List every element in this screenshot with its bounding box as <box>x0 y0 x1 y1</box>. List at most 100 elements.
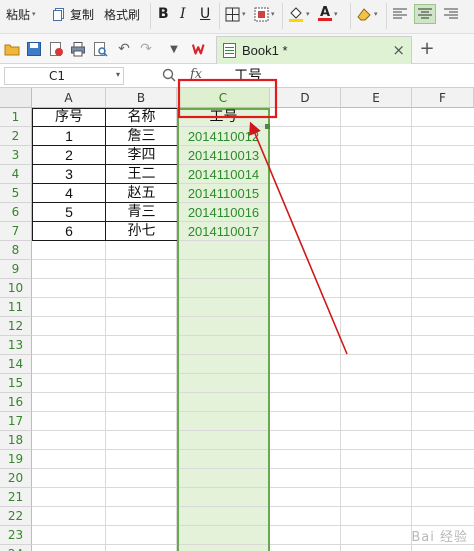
cell-b2[interactable]: 詹三 <box>106 127 177 146</box>
export-pdf-icon[interactable] <box>48 41 64 57</box>
close-tab-icon[interactable]: × <box>392 41 405 59</box>
cell-a1[interactable]: 序号 <box>32 108 106 127</box>
row-header-15[interactable]: 15 <box>0 374 32 393</box>
row-header-8[interactable]: 8 <box>0 241 32 260</box>
name-box-dropdown-icon[interactable]: ▾ <box>116 70 120 79</box>
row-header-6[interactable]: 6 <box>0 203 32 222</box>
align-center-button[interactable] <box>414 4 436 24</box>
row-header-11[interactable]: 11 <box>0 298 32 317</box>
cell-a3[interactable]: 2 <box>32 146 106 165</box>
tab-book1[interactable]: Book1 * × <box>216 36 412 64</box>
row-header-7[interactable]: 7 <box>0 222 32 241</box>
font-color-dropdown-icon[interactable]: ▾ <box>334 10 338 18</box>
column-header-f[interactable]: F <box>412 88 474 108</box>
save-icon[interactable] <box>26 41 42 57</box>
quick-access-dropdown-icon[interactable]: ▼ <box>166 41 182 57</box>
column-header-d[interactable]: D <box>270 88 341 108</box>
cell-b4[interactable]: 王二 <box>106 165 177 184</box>
cell-c3[interactable]: 2014110013 <box>177 146 270 165</box>
row-header-4[interactable]: 4 <box>0 165 32 184</box>
row-header-16[interactable]: 16 <box>0 393 32 412</box>
fill-color-dropdown-icon[interactable]: ▾ <box>306 10 310 18</box>
row-header-20[interactable]: 20 <box>0 469 32 488</box>
row-header-14[interactable]: 14 <box>0 355 32 374</box>
print-preview-icon[interactable] <box>92 41 108 57</box>
column-header-e[interactable]: E <box>341 88 412 108</box>
cell-style-button[interactable]: ▾ <box>254 4 275 24</box>
cell-c1[interactable]: 工号 <box>177 108 270 127</box>
row-header-23[interactable]: 23 <box>0 526 32 545</box>
zoom-icon[interactable] <box>162 68 176 82</box>
cell-a2[interactable]: 1 <box>32 127 106 146</box>
align-right-icon <box>444 8 458 20</box>
column-gridline <box>411 108 412 551</box>
select-all-corner[interactable] <box>0 88 32 108</box>
cell-c7[interactable]: 2014110017 <box>177 222 270 241</box>
row-header-19[interactable]: 19 <box>0 450 32 469</box>
row-header-2[interactable]: 2 <box>0 127 32 146</box>
row-header-13[interactable]: 13 <box>0 336 32 355</box>
new-tab-button[interactable]: + <box>418 38 436 60</box>
bold-button[interactable]: B <box>158 4 169 24</box>
row-header-18[interactable]: 18 <box>0 431 32 450</box>
format-painter-button[interactable]: 格式刷 <box>104 4 140 24</box>
align-left-icon <box>393 8 407 20</box>
cell-b7[interactable]: 孙七 <box>106 222 177 241</box>
cell-a6[interactable]: 5 <box>32 203 106 222</box>
ribbon-toolbar: 粘贴 ▾ 复制 格式刷 B I U ▾ ▾ ▾ A ▾ ▾ <box>0 0 474 34</box>
wps-logo-icon[interactable] <box>192 41 208 57</box>
row-header-17[interactable]: 17 <box>0 412 32 431</box>
clear-format-dropdown-icon[interactable]: ▾ <box>374 10 378 18</box>
copy-button[interactable]: 复制 <box>52 4 94 24</box>
copy-label: 复制 <box>70 7 95 22</box>
undo-icon[interactable]: ↶ <box>116 41 132 57</box>
cell-a5[interactable]: 4 <box>32 184 106 203</box>
borders-button[interactable]: ▾ <box>225 4 246 24</box>
cell-b3[interactable]: 李四 <box>106 146 177 165</box>
cell-b6[interactable]: 青三 <box>106 203 177 222</box>
cell-a4[interactable]: 3 <box>32 165 106 184</box>
row-header-12[interactable]: 12 <box>0 317 32 336</box>
row-header-3[interactable]: 3 <box>0 146 32 165</box>
function-icon[interactable]: fx <box>190 67 202 82</box>
spreadsheet-file-icon <box>223 43 236 58</box>
formula-input[interactable]: 工号 <box>222 66 474 86</box>
column-header-b[interactable]: B <box>106 88 177 108</box>
paste-button[interactable]: 粘贴 ▾ <box>6 4 36 24</box>
cell-b5[interactable]: 赵五 <box>106 184 177 203</box>
cell-c2[interactable]: 2014110012 <box>177 127 270 146</box>
underline-button[interactable]: U <box>200 4 210 24</box>
cell-c5[interactable]: 2014110015 <box>177 184 270 203</box>
font-color-button[interactable]: A ▾ <box>318 4 338 24</box>
row-header-21[interactable]: 21 <box>0 488 32 507</box>
fill-bucket-icon <box>288 5 304 23</box>
cell-b1[interactable]: 名称 <box>106 108 177 127</box>
italic-button[interactable]: I <box>180 4 186 24</box>
column-gridline <box>340 108 341 551</box>
clear-format-button[interactable]: ▾ <box>356 4 378 24</box>
print-icon[interactable] <box>70 41 86 57</box>
fill-handle[interactable] <box>265 124 270 129</box>
cell-style-dropdown-icon[interactable]: ▾ <box>271 10 275 18</box>
open-folder-icon[interactable] <box>4 41 20 57</box>
paste-dropdown-icon[interactable]: ▾ <box>32 10 36 18</box>
align-right-button[interactable] <box>444 4 458 24</box>
cell-c6[interactable]: 2014110016 <box>177 203 270 222</box>
spreadsheet-grid[interactable]: A B C D E F 1 2 3 4 5 6 7 8 9 10 11 12 13 14 15 16 17 18 19 20 21 2… <box>0 88 474 551</box>
row-header-1[interactable]: 1 <box>0 108 32 127</box>
fill-color-button[interactable]: ▾ <box>288 4 310 24</box>
row-header-5[interactable]: 5 <box>0 184 32 203</box>
name-box[interactable]: C1 ▾ <box>4 67 124 85</box>
borders-dropdown-icon[interactable]: ▾ <box>242 10 246 18</box>
cell-c4[interactable]: 2014110014 <box>177 165 270 184</box>
paste-label: 粘贴 <box>6 7 31 22</box>
column-header-a[interactable]: A <box>32 88 106 108</box>
redo-icon[interactable]: ↷ <box>138 41 154 57</box>
row-header-24[interactable]: 24 <box>0 545 32 551</box>
column-header-c[interactable]: C <box>177 88 270 108</box>
cell-a7[interactable]: 6 <box>32 222 106 241</box>
row-header-22[interactable]: 22 <box>0 507 32 526</box>
align-left-button[interactable] <box>393 4 407 24</box>
row-header-9[interactable]: 9 <box>0 260 32 279</box>
row-header-10[interactable]: 10 <box>0 279 32 298</box>
